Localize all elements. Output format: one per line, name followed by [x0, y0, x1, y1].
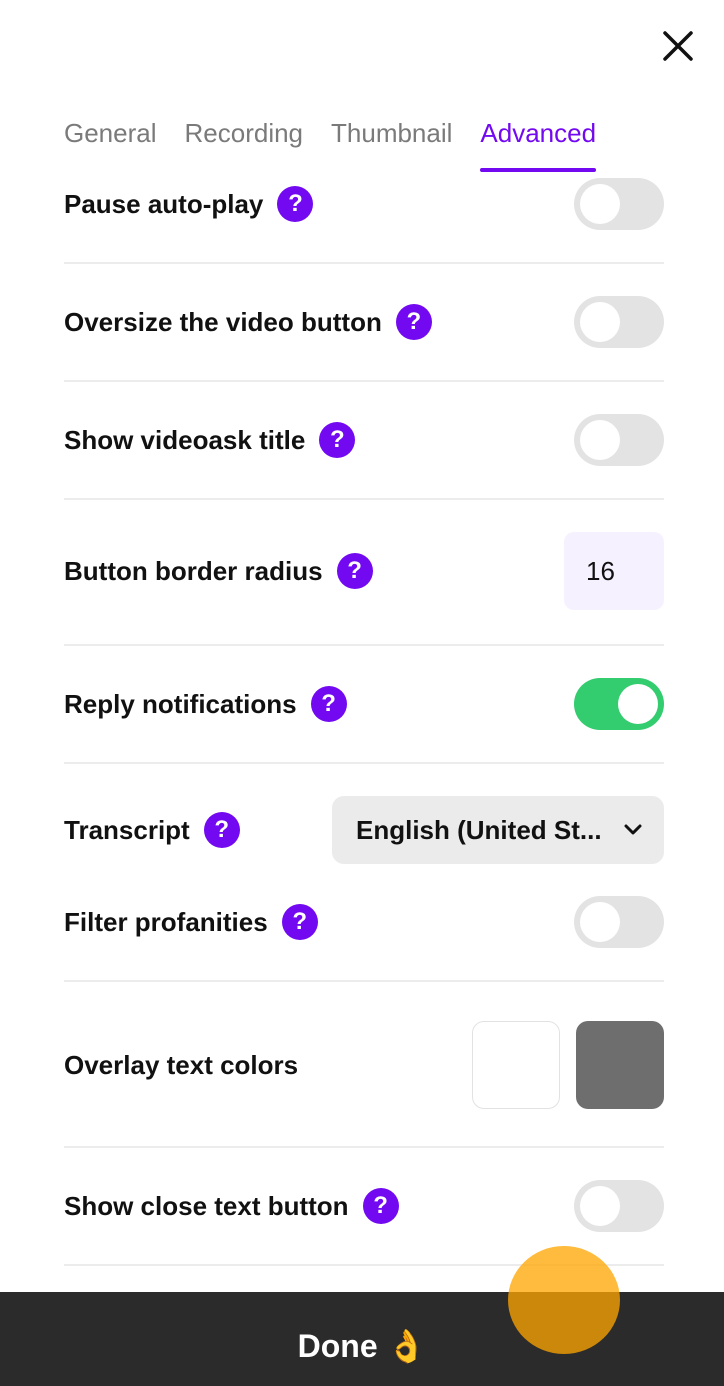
- help-icon[interactable]: ?: [395, 304, 432, 340]
- setting-row-transcript: Transcript ? English (United St...: [64, 796, 664, 864]
- toggle-knob: [580, 184, 620, 224]
- reply-notifications-toggle[interactable]: [574, 678, 664, 730]
- filter-profanities-toggle[interactable]: [574, 896, 664, 948]
- setting-row-pause-autoplay: Pause auto-play ?: [64, 178, 664, 230]
- show-close-text-button-toggle[interactable]: [574, 1180, 664, 1232]
- tab-thumbnail[interactable]: Thumbnail: [331, 118, 452, 172]
- show-title-label: Show videoask title: [64, 424, 306, 455]
- tab-recording[interactable]: Recording: [185, 118, 304, 172]
- help-icon[interactable]: ?: [203, 812, 240, 848]
- tab-general[interactable]: General: [64, 118, 157, 172]
- done-label: Done 👌: [297, 1328, 427, 1364]
- toggle-knob: [580, 420, 620, 460]
- setting-row-show-close-text-button: Show close text button ?: [64, 1180, 664, 1232]
- divider: [64, 262, 664, 264]
- touch-indicator: [508, 1246, 620, 1354]
- chevron-down-icon: [624, 824, 642, 835]
- oversize-video-button-label: Oversize the video button: [64, 306, 382, 337]
- toggle-knob: [580, 302, 620, 342]
- setting-row-show-title: Show videoask title ?: [64, 414, 664, 466]
- close-button[interactable]: [656, 24, 700, 68]
- setting-row-oversize-video-button: Oversize the video button ?: [64, 296, 664, 348]
- setting-row-filter-profanities: Filter profanities ?: [64, 896, 664, 948]
- help-icon[interactable]: ?: [336, 553, 373, 589]
- divider: [64, 980, 664, 982]
- overlay-color-swatches: [472, 1021, 664, 1109]
- divider: [64, 762, 664, 764]
- reply-notifications-label: Reply notifications: [64, 688, 297, 719]
- filter-profanities-label: Filter profanities: [64, 906, 268, 937]
- transcript-language-value: English (United St...: [356, 814, 602, 845]
- divider: [64, 498, 664, 500]
- overlay-color-swatch-dark[interactable]: [576, 1021, 664, 1109]
- show-close-text-button-label: Show close text button: [64, 1190, 349, 1221]
- oversize-video-button-toggle[interactable]: [574, 296, 664, 348]
- setting-row-button-border-radius: Button border radius ?: [64, 532, 664, 610]
- divider: [64, 1146, 664, 1148]
- divider: [64, 644, 664, 646]
- help-icon[interactable]: ?: [362, 1188, 399, 1224]
- show-title-toggle[interactable]: [574, 414, 664, 466]
- transcript-language-select[interactable]: English (United St...: [332, 796, 664, 864]
- help-icon[interactable]: ?: [319, 422, 356, 458]
- tab-advanced[interactable]: Advanced: [480, 118, 596, 172]
- close-icon[interactable]: [662, 30, 694, 62]
- settings-tabs: General Recording Thumbnail Advanced: [64, 118, 596, 172]
- button-border-radius-input[interactable]: [564, 532, 664, 610]
- setting-row-overlay-text-colors: Overlay text colors: [64, 1021, 664, 1109]
- overlay-color-swatch-light[interactable]: [472, 1021, 560, 1109]
- divider: [64, 380, 664, 382]
- toggle-knob: [618, 684, 658, 724]
- help-icon[interactable]: ?: [277, 186, 314, 222]
- pause-autoplay-toggle[interactable]: [574, 178, 664, 230]
- setting-row-reply-notifications: Reply notifications ?: [64, 678, 664, 730]
- settings-page: General Recording Thumbnail Advanced Pau…: [0, 0, 724, 1386]
- transcript-label: Transcript: [64, 814, 190, 845]
- button-border-radius-label: Button border radius: [64, 555, 323, 586]
- help-icon[interactable]: ?: [310, 686, 347, 722]
- pause-autoplay-label: Pause auto-play: [64, 188, 264, 219]
- help-icon[interactable]: ?: [281, 904, 318, 940]
- toggle-knob: [580, 1186, 620, 1226]
- toggle-knob: [580, 902, 620, 942]
- overlay-text-colors-label: Overlay text colors: [64, 1049, 299, 1080]
